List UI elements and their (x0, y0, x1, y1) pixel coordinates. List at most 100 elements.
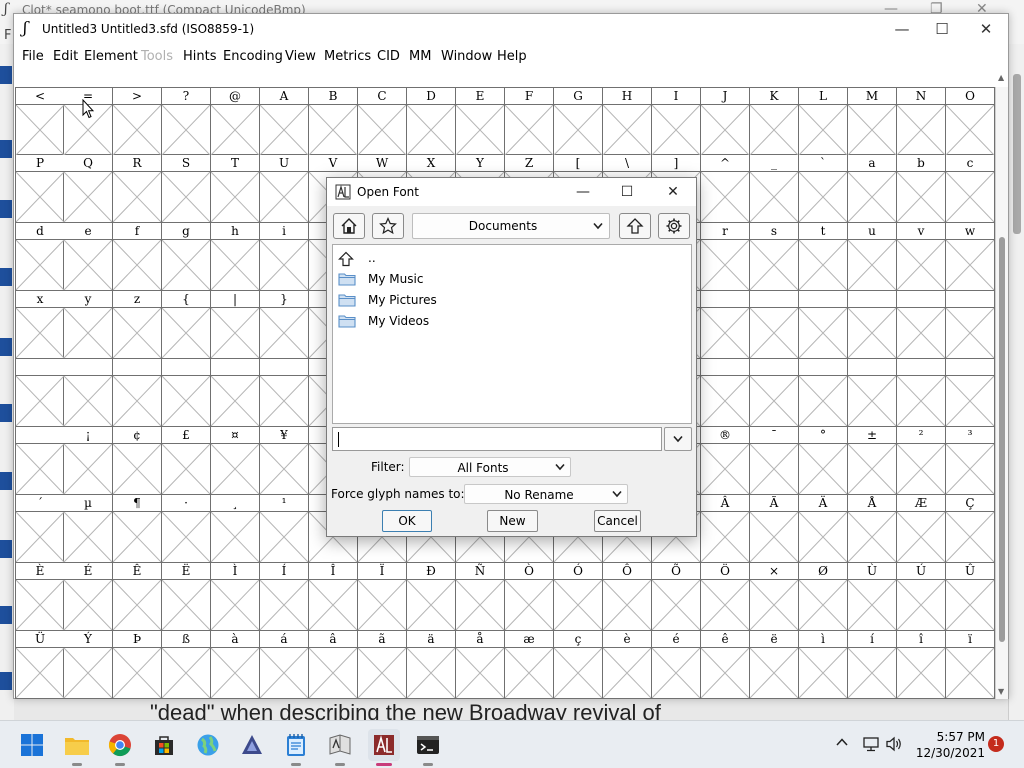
glyph-cell[interactable]: å (456, 631, 505, 699)
menu-hints[interactable]: Hints (183, 49, 217, 64)
glyph-cell[interactable]: G (554, 87, 603, 155)
glyph-cell[interactable]: b (897, 155, 946, 223)
glyph-cell[interactable] (897, 291, 946, 359)
glyph-cell[interactable]: F (505, 87, 554, 155)
menu-file[interactable]: File (22, 49, 44, 64)
glyph-cell[interactable]: c (946, 155, 995, 223)
glyph-cell[interactable]: L (799, 87, 848, 155)
notification-badge[interactable]: 1 (988, 736, 1004, 752)
filename-history-button[interactable] (664, 427, 692, 451)
glyph-cell[interactable]: ¤ (211, 427, 260, 495)
glyph-cell[interactable]: d (15, 223, 64, 291)
clock[interactable]: 5:57 PM 12/30/2021 (915, 729, 985, 761)
glyph-cell[interactable]: Û (946, 563, 995, 631)
maximize-button[interactable]: ☐ (922, 18, 962, 40)
glyph-cell[interactable]: £ (162, 427, 211, 495)
glyph-cell[interactable] (211, 359, 260, 427)
minimize-button[interactable]: — (882, 18, 922, 40)
chevron-up-icon[interactable] (835, 737, 849, 747)
glyph-cell[interactable]: Ò (505, 563, 554, 631)
glyph-cell[interactable]: Ç (946, 495, 995, 563)
dialog-maximize-button[interactable]: ☐ (607, 181, 647, 203)
glyph-cell[interactable]: Ï (358, 563, 407, 631)
glyph-cell[interactable]: Ñ (456, 563, 505, 631)
main-window-titlebar[interactable]: ʃ Untitled3 Untitled3.sfd (ISO8859-1) — … (14, 14, 1008, 44)
force-glyph-names-select[interactable]: No Rename (464, 484, 628, 504)
taskbar-notepad[interactable] (280, 729, 312, 766)
glyph-cell[interactable]: î (897, 631, 946, 699)
glyph-cell[interactable]: µ (64, 495, 113, 563)
glyph-cell[interactable]: ¢ (113, 427, 162, 495)
taskbar-inkscape[interactable] (236, 729, 268, 761)
glyph-cell[interactable]: ¯ (750, 427, 799, 495)
glyph-cell[interactable]: Ë (162, 563, 211, 631)
background-menu-file[interactable]: F (4, 28, 11, 43)
glyph-cell[interactable]: Ô (603, 563, 652, 631)
glyph-cell[interactable]: è (603, 631, 652, 699)
dialog-titlebar[interactable]: Open Font — ☐ ✕ (327, 178, 696, 206)
taskbar-terminal[interactable] (412, 729, 444, 766)
menu-edit[interactable]: Edit (53, 49, 78, 64)
glyph-cell[interactable]: z (113, 291, 162, 359)
menu-tools[interactable]: Tools (141, 49, 173, 64)
glyph-cell[interactable]: Â (701, 495, 750, 563)
file-list-item[interactable]: .. (336, 248, 686, 268)
parent-directory-button[interactable] (619, 213, 651, 239)
glyph-cell[interactable]: A (260, 87, 309, 155)
glyph-cell[interactable]: â (309, 631, 358, 699)
glyph-cell[interactable]: · (162, 495, 211, 563)
glyph-cell[interactable]: ¡ (64, 427, 113, 495)
glyph-cell[interactable]: Þ (113, 631, 162, 699)
glyph-cell[interactable]: Ä (799, 495, 848, 563)
glyph-cell[interactable]: ´ (15, 495, 64, 563)
scroll-down-arrow-icon[interactable]: ▼ (998, 687, 1004, 696)
glyph-cell[interactable] (750, 359, 799, 427)
menu-encoding[interactable]: Encoding (223, 49, 283, 64)
glyph-cell[interactable]: ë (750, 631, 799, 699)
glyph-cell[interactable]: s (750, 223, 799, 291)
glyph-cell[interactable]: ° (799, 427, 848, 495)
glyph-cell[interactable]: D (407, 87, 456, 155)
glyph-cell[interactable]: a (848, 155, 897, 223)
glyph-cell[interactable]: Ó (554, 563, 603, 631)
glyph-cell[interactable]: Q (64, 155, 113, 223)
cancel-button[interactable]: Cancel (594, 510, 641, 532)
bookmarks-button[interactable] (372, 213, 404, 239)
glyph-cell[interactable]: Æ (897, 495, 946, 563)
glyph-cell[interactable]: ä (407, 631, 456, 699)
file-list-item[interactable]: My Music (336, 269, 686, 289)
glyph-cell[interactable]: { (162, 291, 211, 359)
new-button[interactable]: New (487, 510, 538, 532)
glyph-cell[interactable]: R (113, 155, 162, 223)
glyph-cell[interactable]: Ì (211, 563, 260, 631)
glyph-cell[interactable] (162, 359, 211, 427)
glyph-cell[interactable]: J (701, 87, 750, 155)
glyph-cell[interactable] (701, 291, 750, 359)
glyph-cell[interactable]: M (848, 87, 897, 155)
glyph-cell[interactable]: Ã (750, 495, 799, 563)
glyph-cell[interactable]: H (603, 87, 652, 155)
glyph-cell[interactable]: I (652, 87, 701, 155)
glyph-cell[interactable]: P (15, 155, 64, 223)
glyph-cell[interactable]: × (750, 563, 799, 631)
glyph-cell[interactable]: ± (848, 427, 897, 495)
menu-view[interactable]: View (285, 49, 316, 64)
menu-window[interactable]: Window (441, 49, 492, 64)
scroll-up-arrow-icon[interactable]: ▲ (998, 73, 1004, 82)
network-icon[interactable] (862, 736, 880, 752)
settings-button[interactable] (658, 213, 690, 239)
glyph-cell[interactable]: Ê (113, 563, 162, 631)
glyph-cell[interactable]: ì (799, 631, 848, 699)
dialog-close-button[interactable]: ✕ (653, 181, 693, 203)
glyph-cell[interactable]: ê (701, 631, 750, 699)
filter-select[interactable]: All Fonts (409, 457, 571, 477)
glyph-cell[interactable] (701, 359, 750, 427)
glyph-cell[interactable] (260, 359, 309, 427)
glyph-cell[interactable]: O (946, 87, 995, 155)
glyph-cell[interactable]: á (260, 631, 309, 699)
glyph-cell[interactable]: ã (358, 631, 407, 699)
glyph-cell[interactable]: Î (309, 563, 358, 631)
glyph-cell[interactable]: E (456, 87, 505, 155)
glyph-cell[interactable]: B (309, 87, 358, 155)
filename-input[interactable] (335, 430, 659, 448)
